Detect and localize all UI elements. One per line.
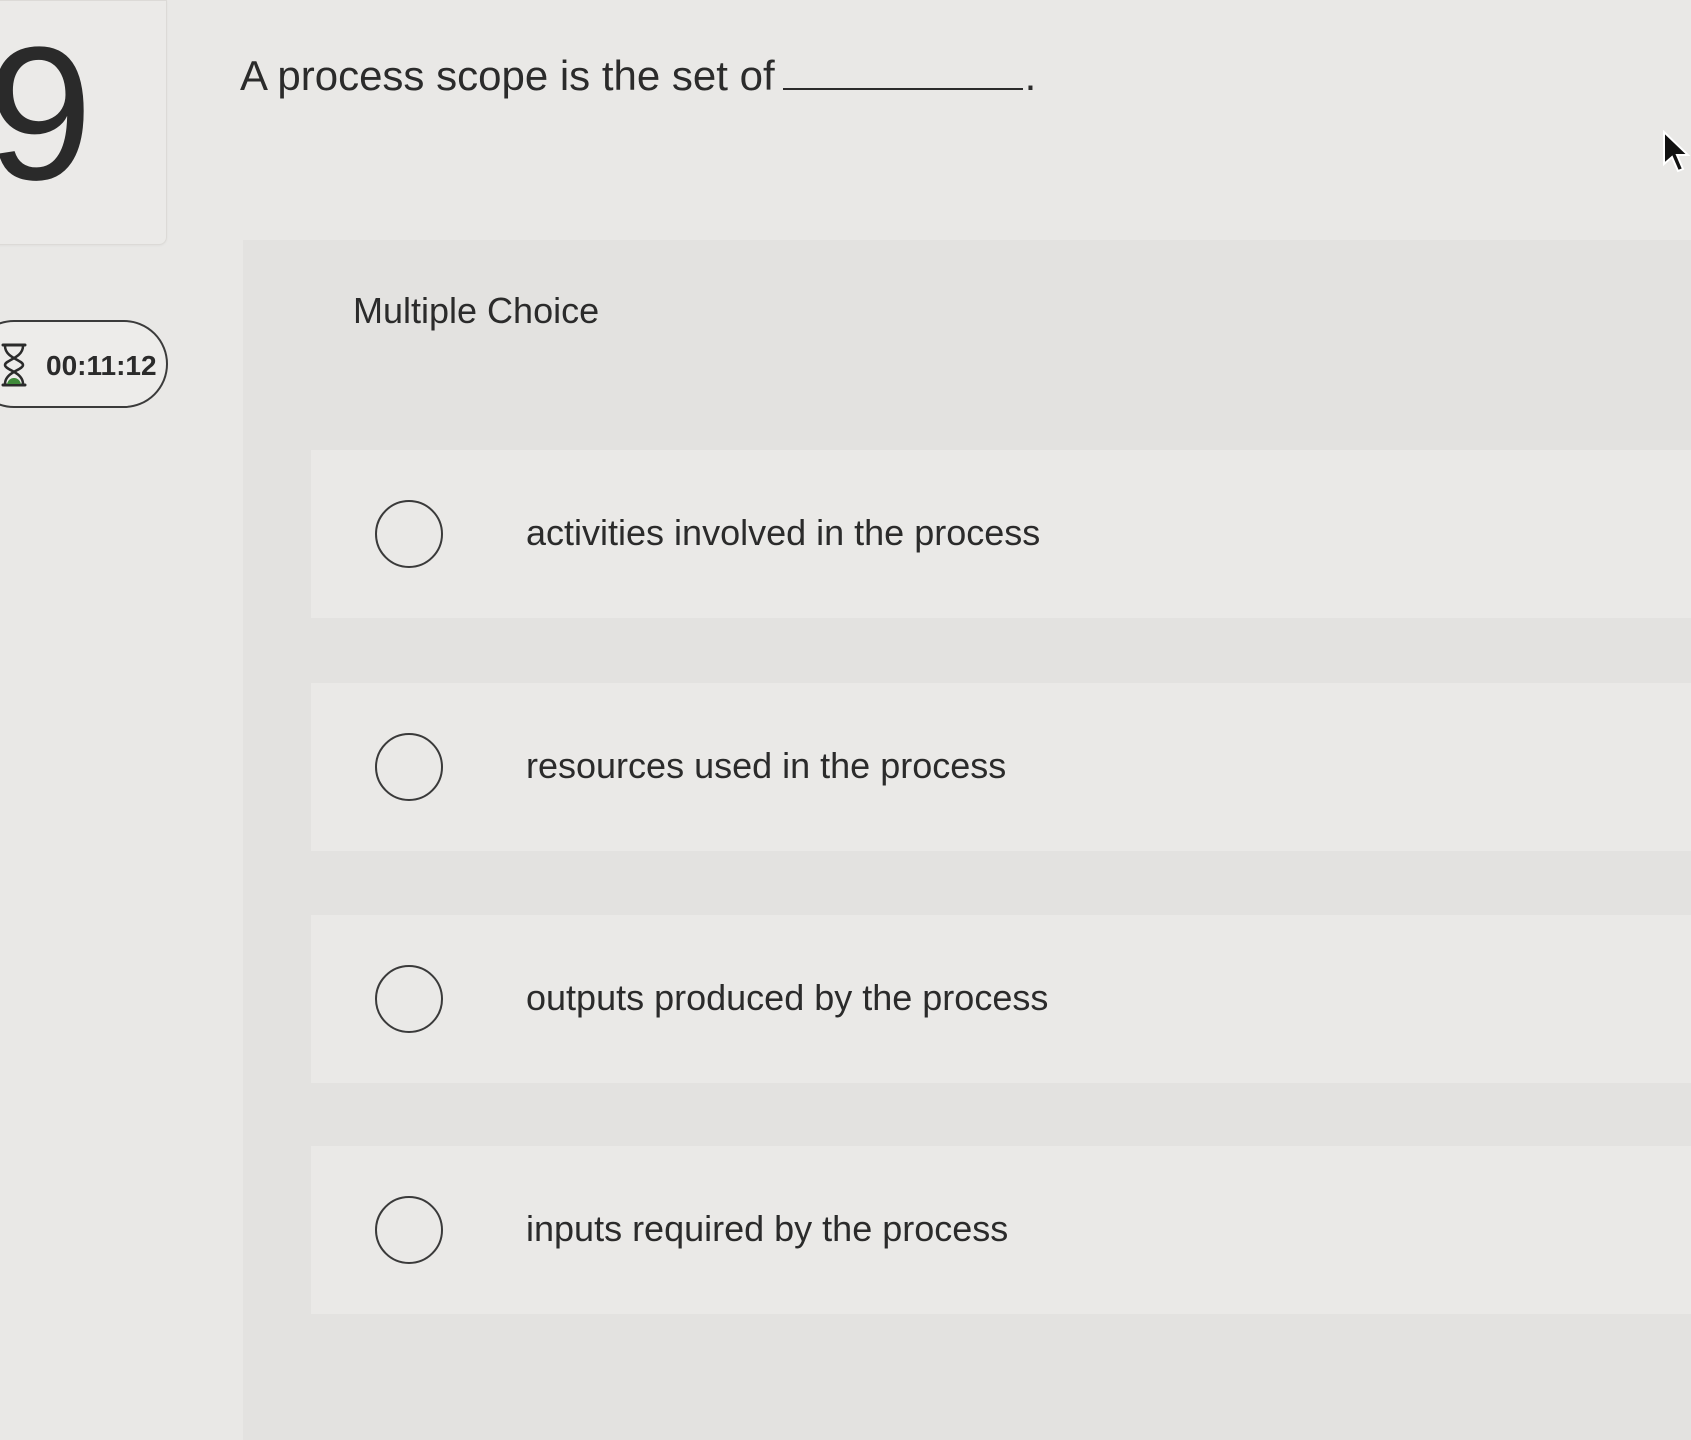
timer[interactable]: 00:11:12 [0,320,168,408]
question-type-label: Multiple Choice [353,290,600,331]
choice-option-3[interactable]: outputs produced by the process [311,915,1691,1083]
question-number-box: 9 [0,0,167,245]
question-stem-period: . [1024,52,1037,99]
question-stem: A process scope is the set of. [240,50,1036,100]
radio-button[interactable] [375,500,443,568]
radio-button[interactable] [375,965,443,1033]
choice-label: outputs produced by the process [526,977,1049,1018]
timer-value: 00:11:12 [46,350,157,381]
question-stem-text: A process scope is the set of [240,52,775,99]
choice-option-1[interactable]: activities involved in the process [311,450,1691,618]
hourglass-icon [1,343,27,387]
choice-label: resources used in the process [526,745,1007,786]
answer-blank [782,50,1023,90]
choice-option-4[interactable]: inputs required by the process [311,1146,1691,1314]
radio-button[interactable] [375,733,443,801]
radio-button[interactable] [375,1196,443,1264]
choice-option-2[interactable]: resources used in the process [311,683,1691,851]
question-number: 9 [0,8,93,220]
mouse-pointer-icon [1663,130,1691,173]
answer-panel: Multiple Choice activities involved in t… [243,240,1691,1440]
choice-label: activities involved in the process [526,512,1041,553]
choice-label: inputs required by the process [526,1208,1009,1249]
